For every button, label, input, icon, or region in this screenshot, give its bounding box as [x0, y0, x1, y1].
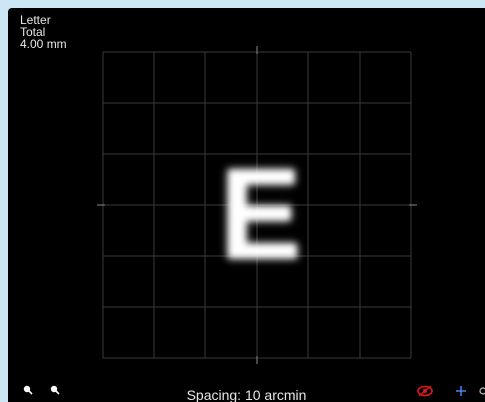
optotype-letter: E — [220, 143, 302, 286]
more-options-icon[interactable] — [478, 384, 485, 398]
crosshair-icon[interactable] — [454, 384, 468, 398]
grid-spacing-label: Spacing: 10 arcmin — [186, 387, 307, 402]
optotype-container: E — [206, 151, 316, 279]
target-icon[interactable] — [416, 384, 434, 398]
display-panel: Letter Total 4.00 mm E Spacing: 10 arcmi… — [8, 8, 485, 402]
